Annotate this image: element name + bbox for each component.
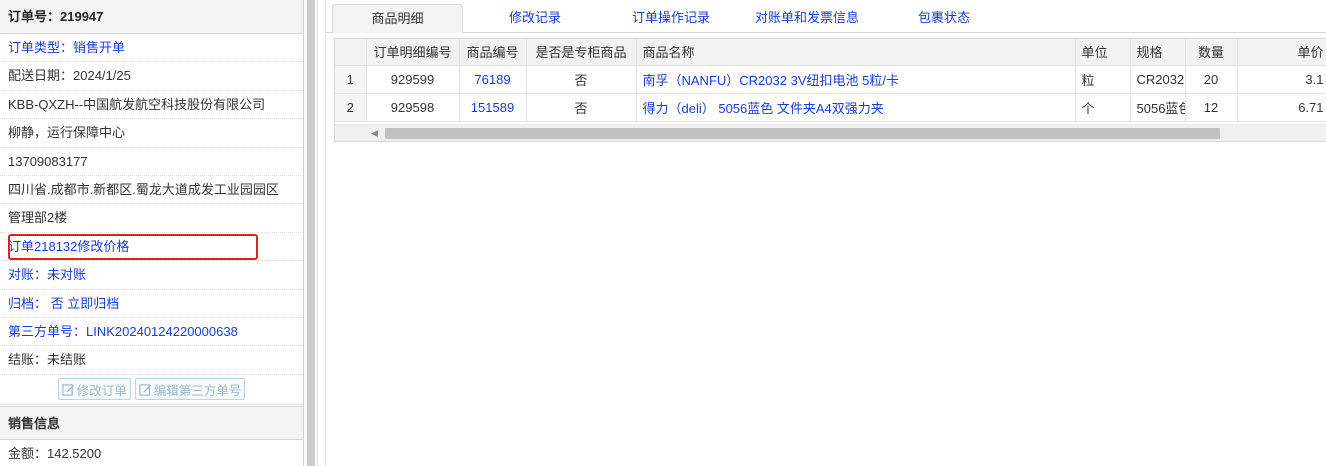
- column-header-qty[interactable]: 数量: [1185, 39, 1238, 66]
- order-type-value: 销售开单: [73, 40, 126, 55]
- row-index: 1: [335, 65, 367, 94]
- panel-splitter[interactable]: [304, 0, 318, 466]
- goods-no-link[interactable]: 151589: [459, 93, 527, 122]
- tab-statement-invoice[interactable]: 对账单和发票信息: [744, 4, 870, 33]
- splitter-divider: [317, 0, 318, 466]
- horizontal-scrollbar[interactable]: ◀: [335, 124, 1326, 141]
- spec-cell: 5056蓝色: [1130, 93, 1186, 122]
- modify-order-label: 修改订单: [76, 383, 127, 398]
- order-number-title: 订单号：219947: [0, 0, 303, 34]
- contact-person: 柳静，运行保障中心: [0, 119, 303, 148]
- price-cell: 6.71: [1237, 93, 1326, 122]
- qty-cell: 12: [1185, 93, 1238, 122]
- archive-now-link[interactable]: 立即归档: [67, 296, 119, 311]
- column-header-goods-name[interactable]: 商品名称: [636, 39, 1076, 66]
- customer-company: KBB-QXZH--中国航发航空科技股份有限公司: [0, 91, 303, 120]
- tab-goods-detail[interactable]: 商品明细: [332, 4, 463, 33]
- table-row[interactable]: 2 929598 151589 否 得力（deli） 5056蓝色 文件夹A4双…: [335, 93, 1326, 122]
- goods-name-link[interactable]: 南孚（NANFU）CR2032 3V纽扣电池 5粒/卡: [636, 65, 1076, 94]
- counter-cell: 否: [526, 65, 637, 94]
- qty-cell: 20: [1185, 65, 1238, 94]
- action-buttons: 修改订单 编辑第三方单号: [0, 375, 303, 405]
- tab-package-status[interactable]: 包裹状态: [904, 4, 984, 33]
- detail-no-cell: 929598: [366, 93, 460, 122]
- scrollbar-thumb[interactable]: [385, 128, 1220, 139]
- scroll-left-icon[interactable]: ◀: [371, 128, 381, 139]
- spec-cell: CR2032: [1130, 65, 1186, 94]
- edit-icon: [139, 383, 151, 396]
- contact-phone: 13709083177: [0, 148, 303, 176]
- goods-no-link[interactable]: 76189: [459, 65, 527, 94]
- reconcile-status: 对账：未对账: [0, 261, 303, 290]
- detail-area: 商品明细 修改记录 订单操作记录 对账单和发票信息 包裹状态 订单明细编号 商品…: [325, 0, 1326, 466]
- tab-modify-record[interactable]: 修改记录: [486, 4, 584, 33]
- detail-no-cell: 929599: [366, 65, 460, 94]
- goods-name-link[interactable]: 得力（deli） 5056蓝色 文件夹A4双强力夹: [636, 93, 1076, 122]
- counter-cell: 否: [526, 93, 637, 122]
- tab-bar: 商品明细 修改记录 订单操作记录 对账单和发票信息 包裹状态: [326, 0, 1326, 33]
- settle-status: 结账：未结账: [0, 346, 303, 375]
- order-type-label: 订单类型：: [8, 40, 74, 55]
- table-row[interactable]: 1 929599 76189 否 南孚（NANFU）CR2032 3V纽扣电池 …: [335, 65, 1326, 94]
- edit-third-party-button[interactable]: 编辑第三方单号: [134, 378, 246, 401]
- column-header-detail-no[interactable]: 订单明细编号: [366, 39, 460, 66]
- column-header-unit[interactable]: 单位: [1075, 39, 1131, 66]
- edit-third-party-label: 编辑第三方单号: [153, 383, 242, 398]
- unit-cell: 个: [1075, 93, 1131, 122]
- tab-order-operation-record[interactable]: 订单操作记录: [616, 4, 726, 33]
- unit-cell: 粒: [1075, 65, 1131, 94]
- delivery-date: 配送日期：2024/1/25: [0, 62, 303, 91]
- column-header-goods-no[interactable]: 商品编号: [459, 39, 527, 66]
- archive-status: 归档： 否 立即归档: [0, 290, 303, 318]
- sales-amount: 金额：142.5200: [0, 440, 303, 466]
- column-header-index: [335, 39, 367, 66]
- row-index: 2: [335, 93, 367, 122]
- modify-order-button[interactable]: 修改订单: [57, 378, 131, 401]
- archive-label: 归档：: [8, 295, 48, 311]
- goods-table: 订单明细编号 商品编号 是否是专柜商品 商品名称 单位 规格 数量 单价 1 9…: [335, 39, 1326, 122]
- edit-icon: [62, 383, 74, 396]
- archive-value: 否: [50, 295, 64, 311]
- order-type: 订单类型：销售开单: [0, 34, 303, 63]
- price-cell: 3.1: [1237, 65, 1326, 94]
- address-line-1: 四川省.成都市.新都区.蜀龙大道成发工业园园区: [0, 176, 303, 205]
- column-header-price[interactable]: 单价: [1237, 39, 1326, 66]
- table-header-row: 订单明细编号 商品编号 是否是专柜商品 商品名称 单位 规格 数量 单价: [335, 39, 1326, 66]
- modify-price-row: 订单218132修改价格: [0, 233, 303, 262]
- order-info-panel: 订单号：219947 订单类型：销售开单 配送日期：2024/1/25 KBB-…: [0, 0, 304, 466]
- third-party-number: 第三方单号：LINK20240124220000638: [0, 318, 303, 347]
- splitter-bar[interactable]: [307, 0, 315, 466]
- goods-detail-grid: 订单明细编号 商品编号 是否是专柜商品 商品名称 单位 规格 数量 单价 1 9…: [334, 38, 1326, 142]
- address-line-2: 管理部2楼: [0, 204, 303, 233]
- column-header-spec[interactable]: 规格: [1130, 39, 1186, 66]
- column-header-counter[interactable]: 是否是专柜商品: [526, 39, 637, 66]
- sales-info-title: 销售信息: [0, 405, 303, 440]
- highlight-box: [8, 233, 258, 260]
